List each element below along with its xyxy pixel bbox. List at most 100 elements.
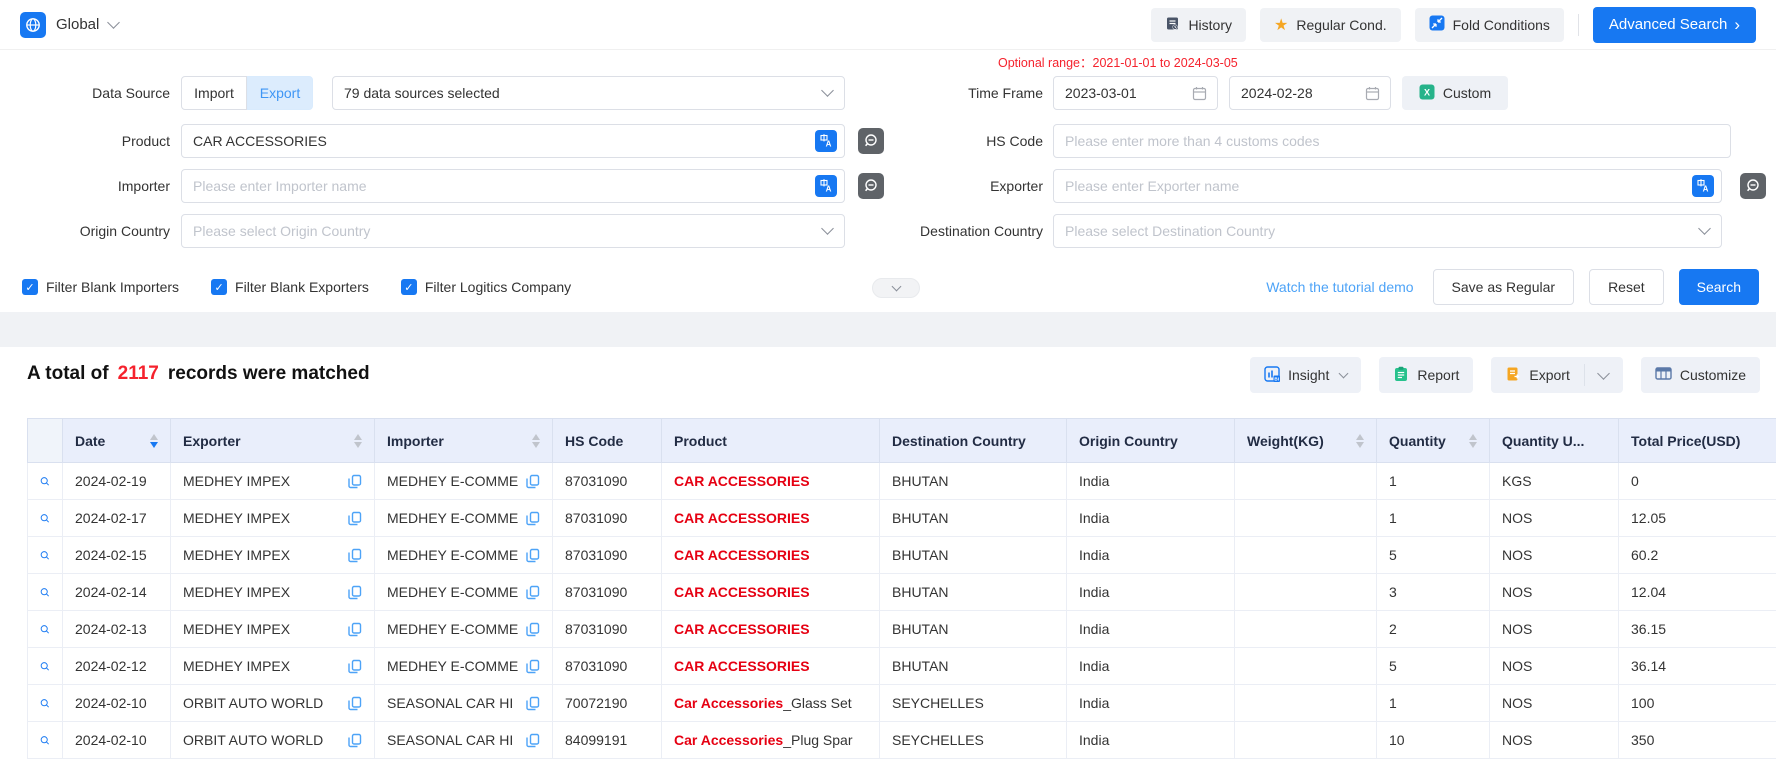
sort-icon[interactable] xyxy=(150,434,158,448)
insight-button[interactable]: BI Insight xyxy=(1250,357,1361,393)
fold-conditions-button[interactable]: Fold Conditions xyxy=(1415,8,1564,42)
history-button[interactable]: History xyxy=(1151,8,1246,42)
row-detail-magnifier-icon[interactable] xyxy=(40,694,50,713)
cell-product: CAR ACCESSORIES xyxy=(662,500,880,537)
custom-range-button[interactable]: X Custom xyxy=(1402,76,1508,110)
copy-icon[interactable] xyxy=(348,585,362,600)
exclude-filter-icon[interactable] xyxy=(858,128,884,154)
sort-icon[interactable] xyxy=(1469,434,1477,448)
sort-icon[interactable] xyxy=(1356,434,1364,448)
collapse-form-button[interactable] xyxy=(872,278,920,298)
cell-product: CAR ACCESSORIES xyxy=(662,611,880,648)
import-toggle[interactable]: Import xyxy=(181,76,247,110)
svg-text:X: X xyxy=(1424,87,1430,97)
data-source-label: Data Source xyxy=(18,76,170,110)
cell-origin-country: India xyxy=(1067,463,1235,500)
exporter-input[interactable]: Please enter Exporter name A xyxy=(1053,169,1722,203)
region-selector[interactable]: Global xyxy=(20,12,118,38)
cell-quantity: 1 xyxy=(1377,463,1490,500)
svg-text:BI: BI xyxy=(1275,376,1280,381)
checkbox-checked-icon[interactable]: ✓ xyxy=(22,279,38,295)
customize-button[interactable]: Customize xyxy=(1641,357,1760,393)
copy-icon[interactable] xyxy=(348,696,362,711)
checkbox-checked-icon[interactable]: ✓ xyxy=(401,279,417,295)
copy-icon[interactable] xyxy=(348,622,362,637)
product-input[interactable]: CAR ACCESSORIES A xyxy=(181,124,845,158)
reset-button[interactable]: Reset xyxy=(1589,269,1664,305)
copy-icon[interactable] xyxy=(348,511,362,526)
region-label: Global xyxy=(56,16,99,33)
cell-exporter: MEDHEY IMPEX xyxy=(171,574,375,611)
copy-icon[interactable] xyxy=(526,622,540,637)
cell-total-price: 36.14 xyxy=(1619,648,1776,685)
column-header-date[interactable]: Date xyxy=(63,419,171,463)
tutorial-demo-link[interactable]: Watch the tutorial demo xyxy=(1266,279,1413,295)
cell-exporter: ORBIT AUTO WORLD xyxy=(171,722,375,759)
exclude-filter-icon[interactable] xyxy=(1740,173,1766,199)
cell-destination-country: BHUTAN xyxy=(880,463,1067,500)
hs-code-input[interactable]: Please enter more than 4 customs codes xyxy=(1053,124,1731,158)
report-button[interactable]: Report xyxy=(1379,357,1473,393)
row-detail-magnifier-icon[interactable] xyxy=(40,546,50,565)
date-end-input[interactable]: 2024-02-28 xyxy=(1229,76,1391,110)
row-detail-magnifier-icon[interactable] xyxy=(40,731,50,750)
export-button[interactable]: Export xyxy=(1491,357,1583,393)
date-start-input[interactable]: 2023-03-01 xyxy=(1053,76,1218,110)
sort-icon[interactable] xyxy=(354,434,362,448)
column-header-exporter[interactable]: Exporter xyxy=(171,419,375,463)
translate-icon[interactable]: A xyxy=(815,175,837,197)
cell-weight xyxy=(1235,685,1377,722)
copy-icon[interactable] xyxy=(526,659,540,674)
origin-country-select[interactable]: Please select Origin Country xyxy=(181,214,845,248)
copy-icon[interactable] xyxy=(526,585,540,600)
row-detail-magnifier-icon[interactable] xyxy=(40,620,50,639)
export-dropdown-button[interactable] xyxy=(1585,357,1623,393)
company-name: MEDHEY IMPEX xyxy=(183,658,290,674)
checkbox-filter-blank-importers[interactable]: ✓ Filter Blank Importers xyxy=(22,279,179,295)
column-label: Destination Country xyxy=(892,433,1026,449)
table-row: 2024-02-15MEDHEY IMPEXMEDHEY E-COMME8703… xyxy=(28,537,1776,574)
save-as-regular-button[interactable]: Save as Regular xyxy=(1433,269,1575,305)
data-sources-select[interactable]: 79 data sources selected xyxy=(332,76,845,110)
copy-icon[interactable] xyxy=(526,474,540,489)
cell-hs-code: 87031090 xyxy=(553,463,662,500)
copy-icon[interactable] xyxy=(348,733,362,748)
product-rest: _Plug Spar xyxy=(783,732,852,748)
export-toggle[interactable]: Export xyxy=(247,76,313,110)
advanced-search-button[interactable]: Advanced Search › xyxy=(1593,7,1756,43)
copy-icon[interactable] xyxy=(348,659,362,674)
copy-icon[interactable] xyxy=(526,696,540,711)
importer-input[interactable]: Please enter Importer name A xyxy=(181,169,845,203)
copy-icon[interactable] xyxy=(526,511,540,526)
destination-country-select[interactable]: Please select Destination Country xyxy=(1053,214,1722,248)
column-header-quantity[interactable]: Quantity xyxy=(1377,419,1490,463)
copy-icon[interactable] xyxy=(526,733,540,748)
row-detail-magnifier-icon[interactable] xyxy=(40,472,50,491)
copy-icon[interactable] xyxy=(526,548,540,563)
exclude-filter-icon[interactable] xyxy=(858,173,884,199)
copy-icon[interactable] xyxy=(348,548,362,563)
cell-product: CAR ACCESSORIES xyxy=(662,648,880,685)
cell-product: CAR ACCESSORIES xyxy=(662,463,880,500)
checkbox-checked-icon[interactable]: ✓ xyxy=(211,279,227,295)
translate-icon[interactable]: A xyxy=(1692,175,1714,197)
column-header-weight[interactable]: Weight(KG) xyxy=(1235,419,1377,463)
row-detail-magnifier-icon[interactable] xyxy=(40,509,50,528)
section-divider-band xyxy=(0,312,1776,347)
column-header-importer[interactable]: Importer xyxy=(375,419,553,463)
checkbox-filter-logitics-company[interactable]: ✓ Filter Logitics Company xyxy=(401,279,571,295)
row-detail-magnifier-icon[interactable] xyxy=(40,583,50,602)
cell-quantity-unit: NOS xyxy=(1490,648,1619,685)
row-detail-magnifier-icon[interactable] xyxy=(40,657,50,676)
hs-code-label: HS Code xyxy=(891,124,1043,158)
cell-destination-country: SEYCHELLES xyxy=(880,685,1067,722)
cell-hs-code: 84099191 xyxy=(553,722,662,759)
sort-icon[interactable] xyxy=(532,434,540,448)
regular-cond-button[interactable]: ★ Regular Cond. xyxy=(1260,8,1401,42)
search-button[interactable]: Search xyxy=(1679,269,1759,305)
insight-label: Insight xyxy=(1288,367,1329,383)
copy-icon[interactable] xyxy=(348,474,362,489)
checkbox-filter-blank-exporters[interactable]: ✓ Filter Blank Exporters xyxy=(211,279,369,295)
cell-date: 2024-02-14 xyxy=(63,574,171,611)
translate-icon[interactable]: A xyxy=(815,130,837,152)
